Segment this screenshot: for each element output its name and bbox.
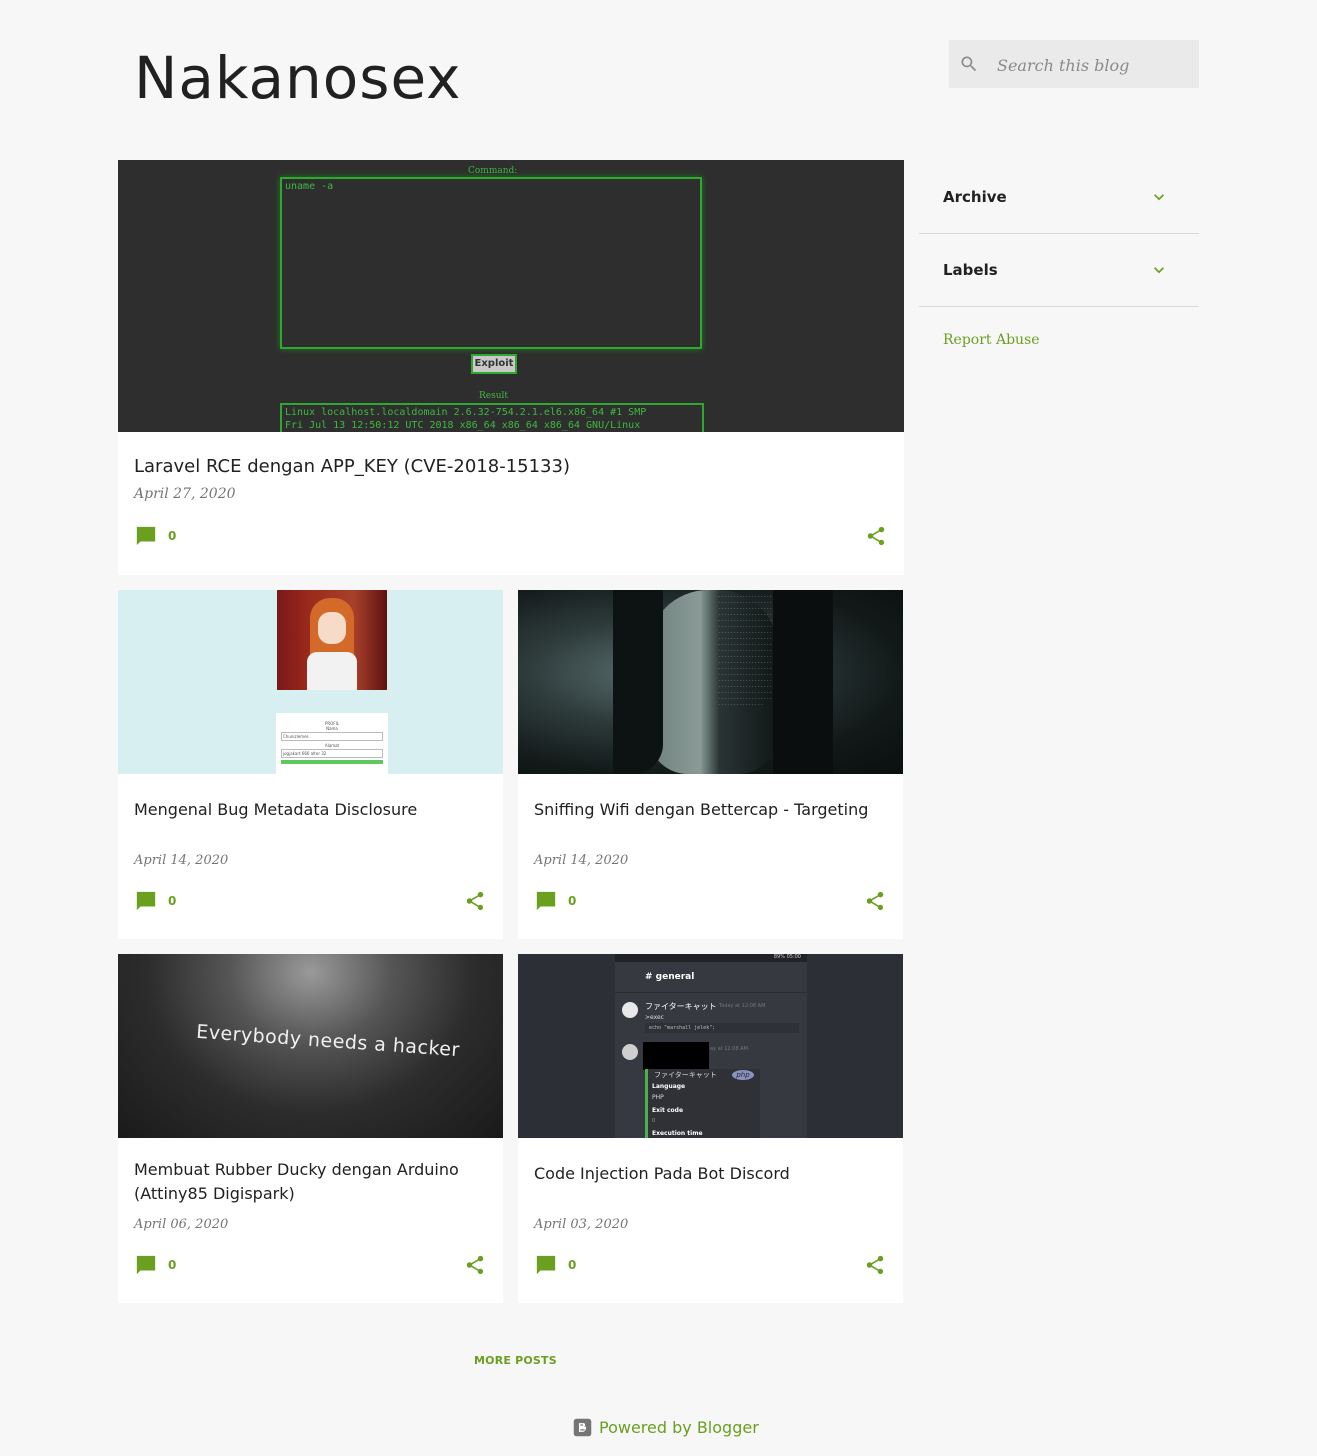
exploit-button: Exploit — [471, 354, 517, 374]
search-input[interactable] — [995, 52, 1189, 78]
post-card: ----------------------------------------… — [518, 590, 903, 939]
profile-form-image: PROFIL Nama Chunizlemes Alamat jogjakart… — [276, 713, 388, 774]
message-command: >exec — [645, 1014, 664, 1021]
sidebar-archive-label: Archive — [943, 188, 1007, 206]
comment-count: 0 — [568, 1258, 577, 1272]
chevron-down-icon — [1154, 194, 1164, 201]
post-title[interactable]: Sniffing Wifi dengan Bettercap - Targeti… — [534, 800, 884, 819]
php-badge: php — [732, 1070, 754, 1080]
blog-title[interactable]: Nakanosex — [134, 42, 462, 114]
code-overlay: ----------------------------------------… — [718, 594, 776, 708]
embed-bot-name: ファイターキャット — [654, 1071, 717, 1079]
embed-exit-value: 0 — [652, 1118, 656, 1124]
command-textarea: uname -a — [280, 177, 702, 349]
redaction-box — [643, 1042, 709, 1070]
command-value: uname -a — [285, 181, 334, 192]
comments-link[interactable]: 0 — [135, 890, 195, 914]
sidebar-labels[interactable]: Labels — [919, 234, 1199, 307]
post-date: April 14, 2020 — [134, 853, 229, 868]
search-box[interactable] — [949, 40, 1199, 88]
result-line: Fri Jul 13 12:50:12 UTC 2018 x86_64 x86_… — [285, 420, 641, 431]
post-card: 89% 05:00 # general ファイターキャット Today at 1… — [518, 954, 903, 1303]
message-user: ファイターキャット — [645, 1002, 717, 1011]
comments-link[interactable]: 0 — [535, 890, 595, 914]
message-time: ay at 12:08 AM — [710, 1046, 748, 1052]
share-icon[interactable] — [464, 890, 486, 912]
post-title[interactable]: Laravel RCE dengan APP_KEY (CVE-2018-151… — [134, 456, 570, 477]
result-line: Linux localhost.localdomain 2.6.32-754.2… — [285, 407, 647, 418]
bot-embed: ファイターキャット php Language PHP Exit code 0 E… — [645, 1069, 760, 1138]
post-title[interactable]: Mengenal Bug Metadata Disclosure — [134, 800, 484, 819]
message-time: Today at 12:08 AM — [719, 1003, 766, 1009]
hair-right — [773, 590, 833, 774]
alamat-label: Alamat — [324, 743, 340, 748]
shirt-text: Everybody needs a hacker — [195, 1020, 461, 1062]
comment-icon — [536, 891, 556, 911]
nama-label: Nama — [326, 726, 338, 731]
post-date: April 14, 2020 — [534, 853, 629, 868]
avatar — [622, 1044, 638, 1060]
blogger-icon — [573, 1418, 592, 1437]
search-icon[interactable] — [959, 54, 979, 74]
post-card: PROFIL Nama Chunizlemes Alamat jogjakart… — [118, 590, 503, 939]
embed-exit-label: Exit code — [652, 1107, 684, 1114]
anime-character-image — [277, 590, 387, 690]
comment-count: 0 — [168, 529, 177, 543]
post-date: April 27, 2020 — [134, 486, 236, 502]
comment-count: 0 — [568, 894, 577, 908]
submit-bar — [281, 760, 383, 764]
result-label: Result — [479, 391, 509, 401]
channel-header: # general — [615, 962, 807, 993]
sidebar-labels-label: Labels — [943, 261, 998, 279]
embed-lang-value: PHP — [652, 1094, 664, 1101]
share-icon[interactable] — [864, 1254, 886, 1276]
post-date: April 06, 2020 — [134, 1217, 229, 1232]
comment-count: 0 — [168, 894, 177, 908]
hair-left — [613, 590, 663, 774]
comments-link[interactable]: 0 — [535, 1254, 595, 1278]
post-title[interactable]: Code Injection Pada Bot Discord — [534, 1164, 884, 1183]
share-icon[interactable] — [464, 1254, 486, 1276]
more-posts-button[interactable]: MORE POSTS — [474, 1354, 557, 1367]
post-card-featured: Command: uname -a Exploit Result Linux l… — [118, 160, 904, 575]
post-thumbnail[interactable]: Everybody needs a hacker — [118, 954, 503, 1138]
discord-screenshot: 89% 05:00 # general ファイターキャット Today at 1… — [615, 954, 807, 1138]
comment-icon — [136, 526, 156, 546]
post-thumbnail[interactable]: ----------------------------------------… — [518, 590, 903, 774]
sidebar-archive[interactable]: Archive — [919, 161, 1199, 234]
embed-lang-label: Language — [652, 1083, 686, 1090]
chevron-down-icon — [1154, 267, 1164, 274]
result-box: Linux localhost.localdomain 2.6.32-754.2… — [280, 403, 704, 432]
channel-name: # general — [645, 972, 695, 982]
embed-exec-label: Execution time — [652, 1130, 703, 1137]
comment-icon — [136, 891, 156, 911]
post-card: Everybody needs a hacker Membuat Rubber … — [118, 954, 503, 1303]
post-title[interactable]: Membuat Rubber Ducky dengan Arduino (Att… — [134, 1158, 474, 1206]
phone-status-bar: 89% 05:00 — [615, 954, 807, 962]
comments-link[interactable]: 0 — [135, 525, 195, 549]
alamat-field: jogjakart 666 alter 32 — [281, 749, 383, 758]
post-thumbnail[interactable]: PROFIL Nama Chunizlemes Alamat jogjakart… — [118, 590, 503, 774]
code-block: echo "marshall jelek"; — [645, 1023, 799, 1033]
share-icon[interactable] — [864, 890, 886, 912]
comment-count: 0 — [168, 1258, 177, 1272]
post-thumbnail[interactable]: Command: uname -a Exploit Result Linux l… — [118, 160, 904, 432]
post-thumbnail[interactable]: 89% 05:00 # general ファイターキャット Today at 1… — [518, 954, 903, 1138]
share-icon[interactable] — [865, 525, 887, 547]
comments-link[interactable]: 0 — [135, 1254, 195, 1278]
command-label: Command: — [468, 166, 518, 176]
report-abuse-link[interactable]: Report Abuse — [943, 332, 1040, 348]
comment-icon — [536, 1255, 556, 1275]
nama-field: Chunizlemes — [281, 732, 383, 741]
powered-by-text: Powered by Blogger — [599, 1418, 759, 1437]
post-date: April 03, 2020 — [534, 1217, 629, 1232]
avatar — [622, 1002, 638, 1018]
comment-icon — [136, 1255, 156, 1275]
